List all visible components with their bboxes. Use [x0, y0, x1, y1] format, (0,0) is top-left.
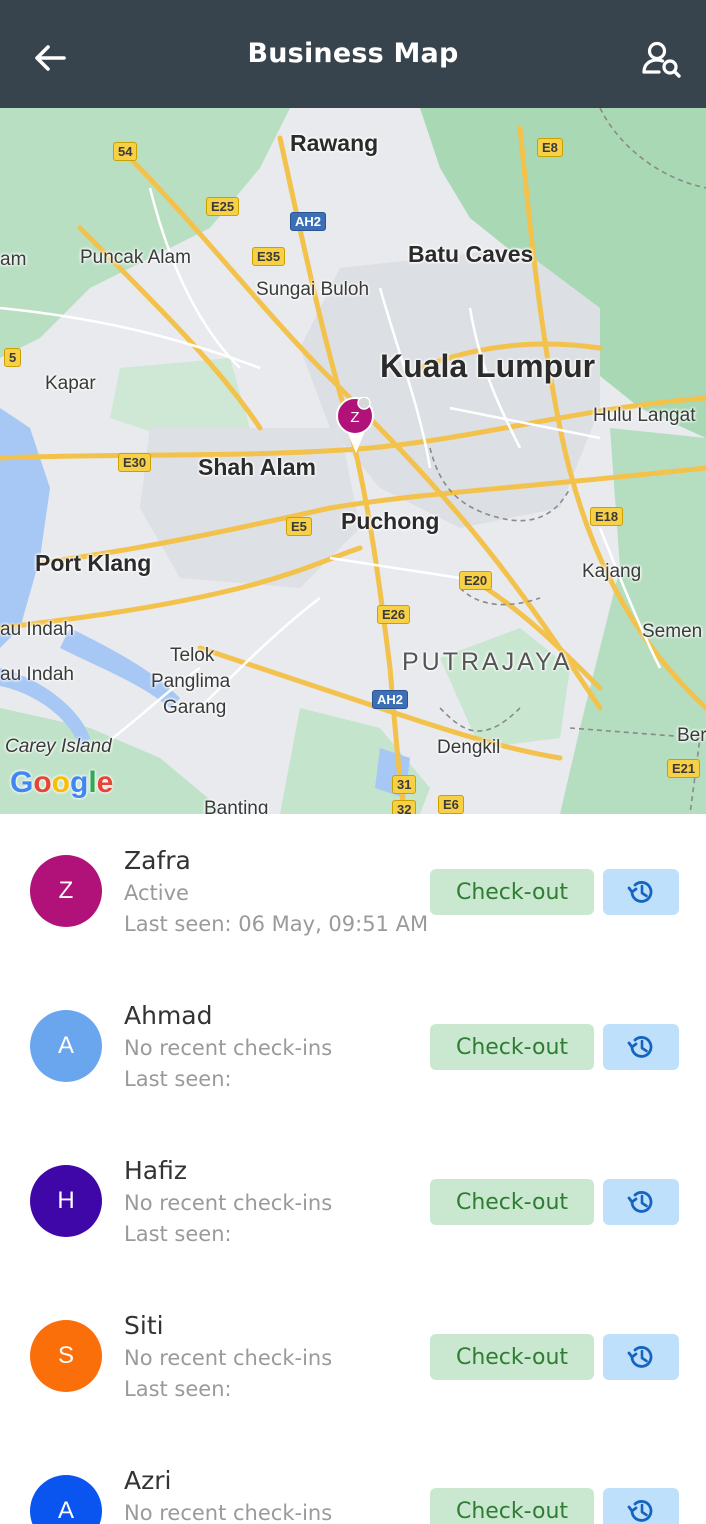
marker-initial: Z [350, 409, 359, 426]
map-label-putrajaya: PUTRAJAYA [402, 648, 573, 676]
road-shield: E6 [438, 795, 464, 814]
user-name: Hafiz [124, 1156, 187, 1185]
map-label-hulu-langat: Hulu Langat [593, 405, 696, 426]
map-label-carey-island: Carey Island [5, 736, 112, 757]
map-label-telok: Telok [170, 645, 215, 666]
history-icon [627, 1500, 653, 1522]
road-shield: E18 [590, 507, 624, 526]
map-background [0, 108, 706, 814]
road-shield: E26 [377, 605, 411, 624]
history-button[interactable] [603, 1334, 679, 1380]
user-status: No recent check-ins [124, 1501, 333, 1524]
map-label-sungai-buloh: Sungai Buloh [256, 279, 370, 300]
map-label-kajang: Kajang [582, 561, 642, 582]
check-out-button[interactable]: Check-out [430, 1179, 594, 1225]
history-icon [627, 1036, 653, 1058]
check-out-button[interactable]: Check-out [430, 869, 594, 915]
map-label-kapar: Kapar [45, 373, 96, 394]
road-shield: E20 [459, 571, 493, 590]
road-shield: 5 [4, 348, 22, 367]
history-button[interactable] [603, 1488, 679, 1524]
history-icon [627, 881, 653, 903]
avatar[interactable]: Z [30, 855, 102, 927]
map-label-beranang: Ber [677, 725, 706, 746]
map-label-puncak-alam: Puncak Alam [80, 247, 191, 268]
check-out-button[interactable]: Check-out [430, 1488, 594, 1524]
user-search-icon[interactable] [640, 38, 684, 82]
list-item: A Azri No recent check-ins Check-out [0, 1434, 706, 1524]
map-label-puchong: Puchong [341, 508, 440, 534]
road-shield: E5 [286, 517, 312, 536]
road-shield: 54 [113, 142, 138, 161]
map-label-garang: Garang [163, 697, 227, 718]
history-icon [627, 1191, 653, 1213]
history-icon [627, 1346, 653, 1368]
road-shield: E8 [537, 138, 563, 157]
list-item: Z Zafra Active Last seen: 06 May, 09:51 … [0, 814, 706, 969]
road-shield: 32 [392, 800, 417, 814]
map-label-panglima: Panglima [151, 671, 231, 692]
map-label-rawang: Rawang [290, 130, 379, 156]
road-shield: AH2 [372, 690, 409, 709]
business-map[interactable]: Rawang Batu Caves Puncak Alam am Sungai … [0, 108, 706, 814]
google-logo: Google [10, 766, 114, 799]
avatar[interactable]: H [30, 1165, 102, 1237]
map-label-dengkil: Dengkil [437, 737, 501, 758]
list-item: S Siti No recent check-ins Last seen: Ch… [0, 1279, 706, 1434]
map-label-semenyih: Semen [642, 621, 703, 642]
road-shield: E35 [252, 247, 286, 266]
check-out-button[interactable]: Check-out [430, 1024, 594, 1070]
page-title: Business Map [247, 38, 459, 69]
check-out-button[interactable]: Check-out [430, 1334, 594, 1380]
history-button[interactable] [603, 1179, 679, 1225]
road-shield: AH2 [290, 212, 327, 231]
history-button[interactable] [603, 869, 679, 915]
road-shield: E25 [206, 197, 240, 216]
list-item: H Hafiz No recent check-ins Last seen: C… [0, 1124, 706, 1279]
last-seen: Last seen: [124, 1067, 232, 1091]
avatar[interactable]: S [30, 1320, 102, 1392]
map-label-kuala-lumpur: Kuala Lumpur [380, 348, 596, 384]
user-name: Zafra [124, 846, 191, 875]
user-status: No recent check-ins [124, 1191, 333, 1215]
user-status: No recent check-ins [124, 1346, 333, 1370]
history-button[interactable] [603, 1024, 679, 1070]
user-location-marker[interactable]: Z [336, 397, 376, 457]
list-item: A Ahmad No recent check-ins Last seen: C… [0, 969, 706, 1124]
user-name: Ahmad [124, 1001, 213, 1030]
road-shield: 31 [392, 775, 417, 794]
user-status: Active [124, 881, 189, 905]
map-label-am: am [0, 249, 27, 270]
user-status: No recent check-ins [124, 1036, 333, 1060]
map-label-batu-caves: Batu Caves [408, 241, 534, 267]
avatar[interactable]: A [30, 1010, 102, 1082]
map-label-au-indah-2: au Indah [0, 664, 74, 685]
user-name: Siti [124, 1311, 164, 1340]
last-seen: Last seen: [124, 1222, 232, 1246]
avatar[interactable]: A [30, 1475, 102, 1524]
last-seen: Last seen: 06 May, 09:51 AM [124, 912, 429, 936]
user-name: Azri [124, 1466, 172, 1495]
last-seen: Last seen: [124, 1377, 232, 1401]
map-label-banting: Banting [204, 798, 269, 814]
map-label-shah-alam: Shah Alam [198, 454, 317, 480]
road-shield: E30 [118, 453, 152, 472]
map-label-port-klang: Port Klang [35, 550, 152, 576]
road-shield: E21 [667, 759, 701, 778]
map-label-au-indah-1: au Indah [0, 619, 74, 640]
app-bar: Business Map [0, 0, 706, 108]
